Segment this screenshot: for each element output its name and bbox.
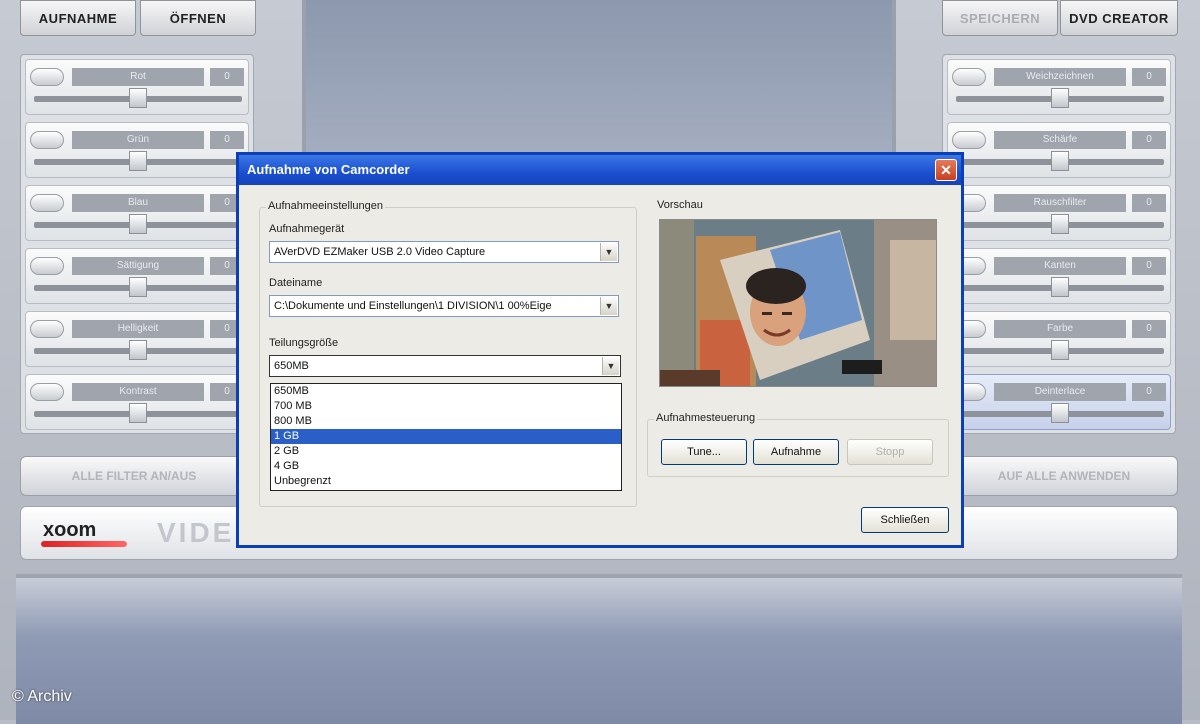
filter-slot: Rauschfilter 0	[947, 185, 1171, 241]
filter-value: 0	[210, 131, 244, 149]
filter-slider-thumb[interactable]	[129, 277, 147, 297]
image-credit: © Archiv	[12, 688, 72, 705]
filter-slider-thumb[interactable]	[1051, 151, 1069, 171]
filter-value: 0	[1132, 194, 1166, 212]
device-label: Aufnahmegerät	[269, 223, 345, 235]
partsize-option[interactable]: Unbegrenzt	[271, 474, 621, 489]
filter-value: 0	[1132, 383, 1166, 401]
filter-label: Kanten	[994, 257, 1126, 275]
filter-label: Weichzeichnen	[994, 68, 1126, 86]
filter-slot: Kontrast 0	[25, 374, 249, 430]
partsize-dropdown-list: 650MB 700 MB 800 MB 1 GB 2 GB 4 GB Unbegrenzt	[270, 383, 622, 491]
filter-slot: Schärfe 0	[947, 122, 1171, 178]
left-filter-panel: Rot 0 Grün 0 Blau 0 Sättigung 0 Helligkeit 0 Kontr…	[20, 54, 254, 434]
filter-label: Farbe	[994, 320, 1126, 338]
filter-slot: Rot 0	[25, 59, 249, 115]
filename-label: Dateiname	[269, 277, 323, 289]
filter-toggle-switch[interactable]	[30, 131, 64, 149]
filter-toggle-switch[interactable]	[952, 131, 986, 149]
filename-select[interactable]: C:\Dokumente und Einstellungen\1 DIVISIO…	[269, 295, 619, 317]
filter-slot: Grün 0	[25, 122, 249, 178]
chevron-down-icon[interactable]: ▼	[600, 243, 617, 261]
filter-value: 0	[1132, 320, 1166, 338]
xoom-logo: xoom	[43, 519, 97, 541]
partsize-option[interactable]: 4 GB	[271, 459, 621, 474]
partsize-select[interactable]: 650MB ▼	[269, 355, 621, 377]
filter-slot: Helligkeit 0	[25, 311, 249, 367]
timeline-area	[16, 574, 1182, 724]
filter-label: Deinterlace	[994, 383, 1126, 401]
partsize-value: 650MB	[274, 360, 309, 372]
filter-slot: Sättigung 0	[25, 248, 249, 304]
filter-toggle-switch[interactable]	[952, 68, 986, 86]
filter-toggle-switch[interactable]	[30, 194, 64, 212]
video-preview-area	[302, 0, 896, 160]
dialog-titlebar[interactable]: Aufnahme von Camcorder ✕	[239, 155, 961, 185]
filter-slot: Weichzeichnen 0	[947, 59, 1171, 115]
filter-toggle-switch[interactable]	[30, 68, 64, 86]
partsize-option[interactable]: 650MB	[271, 384, 621, 399]
filter-slot: Blau 0	[25, 185, 249, 241]
partsize-label: Teilungsgröße	[269, 337, 339, 349]
device-select[interactable]: AVerDVD EZMaker USB 2.0 Video Capture ▼	[269, 241, 619, 263]
partsize-option[interactable]: 2 GB	[271, 444, 621, 459]
control-legend: Aufnahmesteuerung	[654, 412, 758, 424]
logo-swoosh-icon	[41, 541, 127, 547]
close-dialog-button[interactable]: Schließen	[861, 507, 949, 533]
capture-dialog: Aufnahme von Camcorder ✕ Aufnahmeeinstel…	[236, 152, 964, 548]
partsize-option[interactable]: 800 MB	[271, 414, 621, 429]
filter-slider-thumb[interactable]	[129, 403, 147, 423]
stop-button[interactable]: Stopp	[847, 439, 933, 465]
filter-toggle-switch[interactable]	[30, 257, 64, 275]
filter-label: Rot	[72, 68, 204, 86]
filter-value: 0	[1132, 257, 1166, 275]
open-tab-button[interactable]: ÖFFNEN	[140, 0, 256, 36]
all-filters-toggle-button[interactable]: ALLE FILTER AN/AUS	[20, 456, 248, 496]
preview-thumbnail	[660, 220, 936, 386]
tune-button[interactable]: Tune...	[661, 439, 747, 465]
filter-label: Rauschfilter	[994, 194, 1126, 212]
filter-label: Kontrast	[72, 383, 204, 401]
settings-legend: Aufnahmeeinstellungen	[266, 200, 385, 212]
filter-label: Sättigung	[72, 257, 204, 275]
filter-slider-thumb[interactable]	[129, 214, 147, 234]
chevron-down-icon[interactable]: ▼	[602, 357, 619, 375]
filter-value: 0	[210, 68, 244, 86]
apply-to-all-button[interactable]: AUF ALLE ANWENDEN	[950, 456, 1178, 496]
filter-slider-thumb[interactable]	[1051, 403, 1069, 423]
partsize-option[interactable]: 700 MB	[271, 399, 621, 414]
filter-toggle-switch[interactable]	[30, 320, 64, 338]
right-filter-panel: Weichzeichnen 0 Schärfe 0 Rauschfilter 0 Kante…	[942, 54, 1176, 434]
filter-label: Helligkeit	[72, 320, 204, 338]
filter-slider-thumb[interactable]	[129, 88, 147, 108]
dialog-title: Aufnahme von Camcorder	[247, 162, 410, 177]
filter-slider-thumb[interactable]	[1051, 88, 1069, 108]
filter-label: Grün	[72, 131, 204, 149]
filter-slider-thumb[interactable]	[1051, 340, 1069, 360]
filter-slider-thumb[interactable]	[129, 151, 147, 171]
filter-slot: Farbe 0	[947, 311, 1171, 367]
preview-label: Vorschau	[657, 199, 703, 211]
filter-slot: Deinterlace 0	[947, 374, 1171, 430]
close-icon[interactable]: ✕	[935, 159, 957, 181]
video-preview-image	[659, 219, 937, 387]
dvd-creator-tab-button[interactable]: DVD CREATOR	[1060, 0, 1178, 36]
filter-label: Schärfe	[994, 131, 1126, 149]
save-tab-button[interactable]: SPEICHERN	[942, 0, 1058, 36]
filter-slot: Kanten 0	[947, 248, 1171, 304]
filter-slider-thumb[interactable]	[129, 340, 147, 360]
filter-value: 0	[1132, 131, 1166, 149]
filename-value: C:\Dokumente und Einstellungen\1 DIVISIO…	[274, 300, 552, 312]
filter-value: 0	[1132, 68, 1166, 86]
record-button[interactable]: Aufnahme	[753, 439, 839, 465]
filter-label: Blau	[72, 194, 204, 212]
filter-slider-thumb[interactable]	[1051, 214, 1069, 234]
filter-slider-thumb[interactable]	[1051, 277, 1069, 297]
filter-toggle-switch[interactable]	[30, 383, 64, 401]
partsize-option[interactable]: 1 GB	[271, 429, 621, 444]
product-name: VIDE	[157, 517, 235, 548]
record-tab-button[interactable]: AUFNAHME	[20, 0, 136, 36]
device-value: AVerDVD EZMaker USB 2.0 Video Capture	[274, 246, 486, 258]
chevron-down-icon[interactable]: ▼	[600, 297, 617, 315]
